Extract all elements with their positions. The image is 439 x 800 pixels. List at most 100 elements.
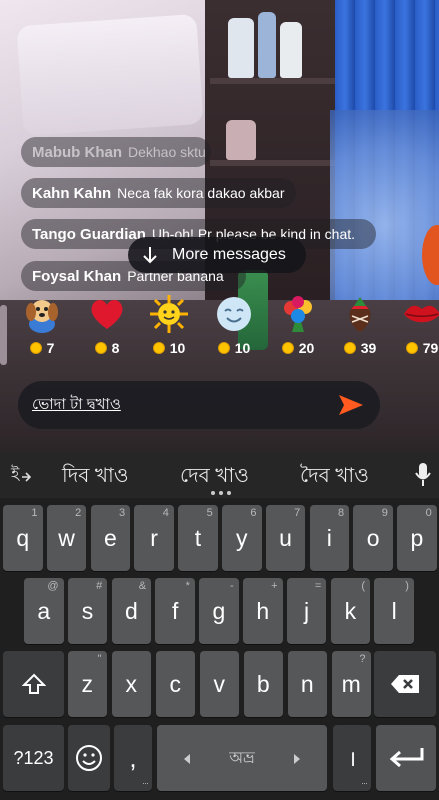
key-l[interactable]: ) l xyxy=(374,578,414,644)
key-hint: * xyxy=(185,580,190,592)
key-label: v xyxy=(213,670,226,697)
video-bottle xyxy=(228,18,254,78)
period-key[interactable]: । ··· xyxy=(333,725,371,791)
more-suggestions-icon[interactable] xyxy=(211,491,231,495)
key-r[interactable]: 4r xyxy=(134,505,174,571)
key-hint: ( xyxy=(361,580,366,592)
send-button[interactable] xyxy=(336,390,366,420)
video-shelf-board xyxy=(210,78,335,84)
microphone-icon[interactable] xyxy=(414,462,432,493)
key-t[interactable]: 5t xyxy=(178,505,218,571)
gift-item[interactable]: 10 xyxy=(202,292,266,364)
video-box xyxy=(226,120,256,160)
symbols-key[interactable]: ?123 xyxy=(3,725,64,791)
key-b[interactable]: b xyxy=(244,651,283,717)
key-label: w xyxy=(58,524,75,551)
suggestion-item[interactable]: দেব খাও xyxy=(180,461,249,494)
key-k[interactable]: (k xyxy=(330,578,371,644)
key-e[interactable]: 3e xyxy=(90,505,131,571)
key-c[interactable]: c xyxy=(156,651,195,717)
key-hint: 4 xyxy=(162,507,169,519)
puppy-icon xyxy=(26,300,58,333)
key-q[interactable]: 1q xyxy=(3,505,43,571)
key-hint: 9 xyxy=(381,507,388,519)
chat-text: Neca fak kora dakao akbar xyxy=(117,185,285,201)
caret-left-icon xyxy=(183,751,191,769)
chat-input-text[interactable]: ভোদা টা দ্বখাও xyxy=(32,393,336,418)
chat-username[interactable]: Tango Guardian xyxy=(32,226,146,243)
chat-text: Dekhao sktu xyxy=(128,144,206,160)
suggestion-item[interactable]: দিব খাও xyxy=(62,461,129,494)
key-hint: 2 xyxy=(75,507,82,519)
key-i[interactable]: 8i xyxy=(309,505,350,571)
key-label: m xyxy=(341,670,361,697)
translate-icon[interactable]: ই xyxy=(10,463,32,490)
key-hint: @ xyxy=(47,580,59,592)
gift-item[interactable]: 10 xyxy=(137,292,201,364)
key-s[interactable]: # s xyxy=(67,578,108,644)
chat-input-field[interactable]: ভোদা টা দ্বখাও xyxy=(18,381,380,429)
key-label: l xyxy=(391,597,397,624)
coin-icon xyxy=(29,342,42,354)
chat-username[interactable]: Kahn Kahn xyxy=(32,185,111,202)
key-hint: 6 xyxy=(250,507,257,519)
key-label: n xyxy=(300,670,314,697)
key-o[interactable]: 9o xyxy=(353,505,393,571)
svg-text:ই: ই xyxy=(10,464,20,483)
comma-key[interactable]: , ··· xyxy=(114,725,152,791)
key-g[interactable]: -g xyxy=(199,578,239,644)
key-label: b xyxy=(256,670,270,697)
key-d[interactable]: & d xyxy=(111,578,152,644)
key-label: j xyxy=(303,597,310,624)
suggestion-item[interactable]: দৈব খাও xyxy=(300,461,369,494)
key-hint: & xyxy=(138,580,147,592)
key-label: k xyxy=(344,597,357,624)
key-label: a xyxy=(37,597,51,624)
key-w[interactable]: 2w xyxy=(46,505,87,571)
key-f[interactable]: * f xyxy=(155,578,195,644)
coin-icon xyxy=(405,342,418,354)
enter-icon xyxy=(389,748,424,768)
shift-key[interactable] xyxy=(3,651,64,717)
key-j[interactable]: = j xyxy=(286,578,327,644)
chat-username[interactable]: Mabub Khan xyxy=(32,144,122,161)
more-messages-label: More messages xyxy=(172,246,286,263)
enter-key[interactable] xyxy=(376,725,436,791)
key-label: e xyxy=(103,524,117,551)
key-hint: 7 xyxy=(294,507,301,519)
key-m[interactable]: ? m xyxy=(332,651,371,717)
key-hint: 0 xyxy=(425,507,432,519)
gift-item[interactable]: 79 xyxy=(390,292,439,364)
key-p[interactable]: 0p xyxy=(397,505,437,571)
key-x[interactable]: x xyxy=(112,651,151,717)
space-key-label: অভ্র xyxy=(229,749,255,767)
key-n[interactable]: n xyxy=(288,651,327,717)
key-label: p xyxy=(410,524,424,551)
arrow-down-icon xyxy=(142,246,158,264)
heart-icon xyxy=(91,299,123,329)
backspace-icon xyxy=(391,675,419,693)
key-a[interactable]: @ a xyxy=(24,578,64,644)
key-label: c xyxy=(169,670,182,697)
gift-item[interactable]: 39 xyxy=(328,292,392,364)
smiley-face-icon xyxy=(217,297,251,331)
key-u[interactable]: 7u xyxy=(265,505,306,571)
backspace-key[interactable] xyxy=(374,651,436,717)
key-h[interactable]: + h xyxy=(243,578,283,644)
gift-item[interactable]: 20 xyxy=(266,292,330,364)
coin-icon xyxy=(343,342,356,354)
chat-message[interactable]: Kahn Kahn Neca fak kora dakao akbar xyxy=(21,178,296,208)
coin-icon xyxy=(281,342,294,354)
chat-username[interactable]: Foysal Khan xyxy=(32,268,121,285)
space-key[interactable]: অভ্র xyxy=(157,725,327,791)
key-v[interactable]: v xyxy=(200,651,239,717)
key-y[interactable]: 6y xyxy=(222,505,262,571)
chat-message[interactable]: Mabub Khan Dekhao sktu xyxy=(21,137,211,167)
video-bottle xyxy=(258,12,276,78)
key-z[interactable]: " z xyxy=(68,651,107,717)
key-hint: 3 xyxy=(118,507,126,519)
gift-item[interactable]: 8 xyxy=(75,292,139,364)
gift-item[interactable]: 7 xyxy=(10,292,74,364)
emoji-key[interactable] xyxy=(68,725,110,791)
more-messages-button[interactable]: More messages xyxy=(128,237,306,273)
